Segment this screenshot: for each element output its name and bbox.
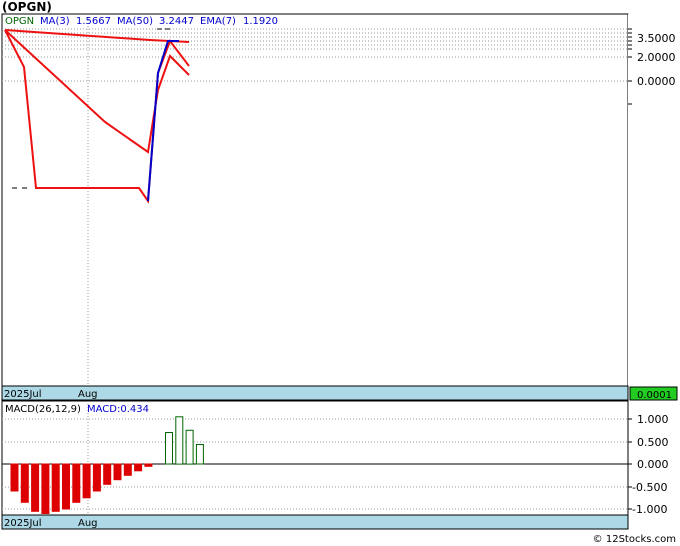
macd-bar [123, 463, 132, 476]
macd-bar [92, 463, 101, 492]
macd-bar [72, 463, 81, 503]
macd-bar [41, 463, 50, 514]
legend-ema7-label: EMA(7) [200, 16, 236, 27]
legend-ma50-value: 3.2447 [159, 16, 194, 27]
macd-bar [51, 463, 60, 512]
macd-bar [165, 432, 173, 465]
macd-bar [31, 463, 40, 512]
macd-y-tick-label: -1.000 [632, 503, 667, 516]
stock-chart: 3.5000 2.0000 0.0000 OPGN MA(3) 1.5667 M… [1, 13, 680, 530]
macd-bar [10, 463, 19, 492]
macd-bar [103, 463, 112, 485]
y-tick-label: 3.5000 [637, 32, 676, 45]
macd-bar [175, 416, 184, 465]
macd-x-tick-label: 2025Jul [4, 518, 42, 529]
legend-ma3-value: 1.5667 [76, 16, 111, 27]
legend-ma50-label: MA(50) [117, 16, 153, 27]
macd-y-tick-label: 1.000 [637, 413, 669, 426]
macd-panel [1, 400, 629, 516]
macd-axis-ticks [628, 418, 632, 510]
current-value-text: 0.0001 [637, 390, 672, 401]
x-tick-label: 2025Jul [4, 389, 42, 400]
macd-bar [62, 463, 70, 510]
macd-y-tick-label: 0.500 [637, 436, 669, 449]
macd-bar [134, 463, 143, 472]
macd-bar [195, 444, 204, 465]
legend-ma3-label: MA(3) [40, 16, 70, 27]
y-tick-label: 0.0000 [637, 75, 676, 88]
y-tick-label: 2.0000 [637, 51, 676, 64]
footer-credit: © 12Stocks.com [592, 534, 676, 545]
macd-legend-label: MACD(26,12,9) [5, 404, 81, 415]
macd-y-tick-label: -0.500 [632, 481, 667, 494]
macd-bar [20, 463, 29, 503]
macd-x-tick-label: Aug [78, 518, 98, 529]
price-axis-area [628, 14, 680, 386]
macd-legend-value: MACD:0.434 [87, 404, 149, 415]
macd-y-tick-label: 0.000 [637, 458, 669, 471]
macd-bar [185, 429, 194, 465]
macd-bar [144, 463, 153, 467]
legend-ema7-value: 1.1920 [243, 16, 278, 27]
macd-bar [82, 463, 91, 499]
price-panel [1, 13, 629, 387]
macd-bar [113, 463, 122, 481]
legend-symbol: OPGN [5, 16, 34, 27]
x-tick-label: Aug [78, 389, 98, 400]
